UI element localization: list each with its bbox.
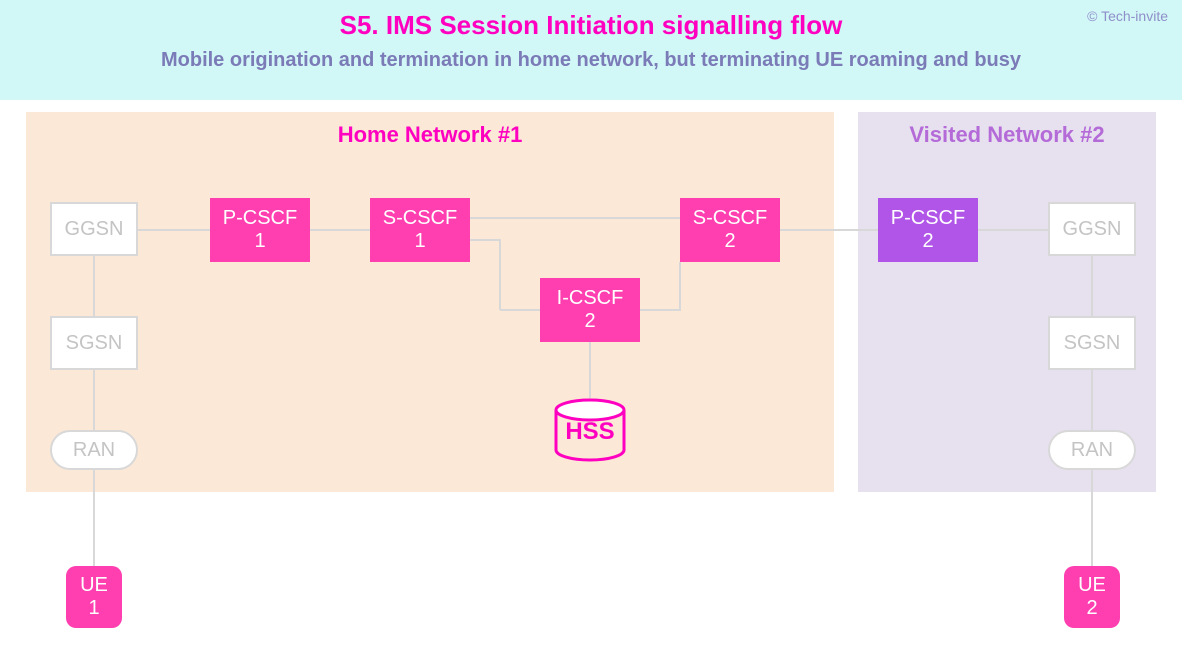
node-label: P-CSCF: [223, 207, 297, 230]
node-label: GGSN: [1063, 218, 1122, 241]
node-label: RAN: [1071, 439, 1113, 462]
node-sublabel: 2: [1086, 597, 1097, 620]
node-label: S-CSCF: [383, 207, 457, 230]
node-label: UE: [80, 574, 108, 597]
node-label: SGSN: [1064, 332, 1121, 355]
node-s-cscf-1: S-CSCF 1: [370, 198, 470, 262]
node-label: I-CSCF: [557, 287, 624, 310]
node-p-cscf-2: P-CSCF 2: [878, 198, 978, 262]
header-band: S5. IMS Session Initiation signalling fl…: [0, 0, 1182, 100]
node-label: SGSN: [66, 332, 123, 355]
diagram-subtitle: Mobile origination and termination in ho…: [0, 41, 1182, 72]
node-ran-2: RAN: [1048, 430, 1136, 470]
node-label: RAN: [73, 439, 115, 462]
copyright-text: © Tech-invite: [1087, 8, 1168, 24]
node-ggsn-1: GGSN: [50, 202, 138, 256]
node-sublabel: 2: [922, 230, 933, 253]
node-sublabel: 1: [254, 230, 265, 253]
node-ue-1: UE 1: [66, 566, 122, 628]
node-ue-2: UE 2: [1064, 566, 1120, 628]
diagram-canvas: S5. IMS Session Initiation signalling fl…: [0, 0, 1182, 662]
node-label: S-CSCF: [693, 207, 767, 230]
diagram-title: S5. IMS Session Initiation signalling fl…: [0, 0, 1182, 41]
region-home-network: Home Network #1: [26, 112, 834, 492]
region-visited-label: Visited Network #2: [858, 122, 1156, 148]
node-sublabel: 2: [724, 230, 735, 253]
node-label: P-CSCF: [891, 207, 965, 230]
node-label: HSS: [553, 418, 627, 446]
node-hss: HSS: [553, 398, 627, 460]
node-sgsn-2: SGSN: [1048, 316, 1136, 370]
node-label: GGSN: [65, 218, 124, 241]
node-i-cscf-2: I-CSCF 2: [540, 278, 640, 342]
region-home-label: Home Network #1: [26, 122, 834, 148]
node-ggsn-2: GGSN: [1048, 202, 1136, 256]
node-label: UE: [1078, 574, 1106, 597]
node-ran-1: RAN: [50, 430, 138, 470]
node-sublabel: 1: [414, 230, 425, 253]
node-p-cscf-1: P-CSCF 1: [210, 198, 310, 262]
node-sublabel: 2: [584, 310, 595, 333]
node-sgsn-1: SGSN: [50, 316, 138, 370]
node-sublabel: 1: [88, 597, 99, 620]
node-s-cscf-2: S-CSCF 2: [680, 198, 780, 262]
